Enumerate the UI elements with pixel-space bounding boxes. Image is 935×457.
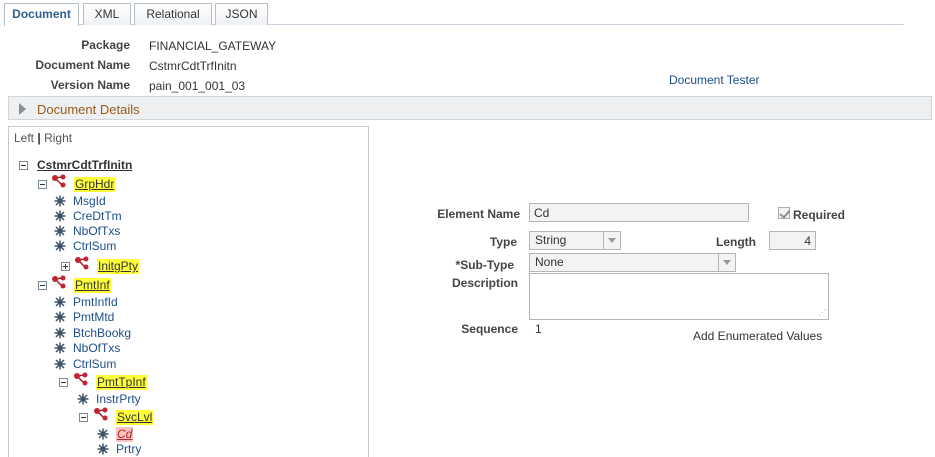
group-node-icon — [74, 256, 90, 274]
tab-relational[interactable]: Relational — [134, 3, 212, 25]
element-node-icon — [54, 225, 66, 241]
element-node-icon — [97, 428, 109, 444]
description-label: Description — [451, 276, 518, 290]
document-details-label: Document Details — [37, 102, 140, 117]
element-node-icon — [54, 311, 66, 327]
element-node-icon — [54, 342, 66, 358]
tree-node-label[interactable]: PmtTpInf — [96, 375, 147, 390]
collapse-toggle-icon[interactable] — [19, 161, 28, 170]
subtype-select-value: None — [535, 255, 564, 269]
tree-node-label[interactable]: SvcLvl — [116, 410, 154, 425]
type-label: Type — [489, 235, 517, 249]
collapse-toggle-icon[interactable] — [38, 281, 47, 290]
required-checkbox[interactable] — [778, 207, 790, 219]
tree-node-label-selected[interactable]: Cd — [116, 427, 134, 442]
tab-xml[interactable]: XML — [83, 3, 131, 25]
group-node-icon — [93, 407, 109, 425]
subtype-label: *Sub-Type — [455, 258, 514, 272]
chevron-down-icon[interactable] — [603, 232, 620, 249]
tab-xml-label: XML — [94, 7, 120, 21]
group-node-icon — [73, 372, 89, 390]
add-enumerated-values-link[interactable]: Add Enumerated Values — [693, 329, 822, 343]
element-node-icon — [54, 210, 66, 226]
element-node-icon — [54, 195, 66, 211]
sequence-label: Sequence — [461, 322, 518, 336]
type-select-value: String — [535, 233, 567, 247]
document-details-section[interactable]: Document Details — [8, 96, 932, 120]
tree-node-label[interactable]: NbOfTxs — [73, 224, 120, 239]
resize-grip-icon[interactable]: ⋰ — [818, 309, 826, 317]
element-node-icon — [77, 393, 89, 409]
sequence-value: 1 — [535, 322, 542, 336]
version-name-value: pain_001_001_03 — [149, 79, 246, 93]
tab-relational-label: Relational — [146, 7, 200, 21]
document-name-label: Document Name — [35, 58, 130, 72]
collapse-toggle-icon[interactable] — [38, 180, 47, 189]
tree-node-label[interactable]: PmtInf — [74, 278, 111, 293]
package-value: FINANCIAL_GATEWAY — [149, 39, 277, 53]
version-name-label: Version Name — [50, 78, 130, 92]
tree-node-label[interactable]: PmtInfId — [73, 295, 118, 310]
subtype-select[interactable]: None — [529, 253, 736, 272]
tree-node-label[interactable]: NbOfTxs — [73, 341, 120, 356]
tree-node-label[interactable]: InitgPty — [97, 259, 140, 274]
tree-node-label[interactable]: BtchBookg — [73, 326, 131, 341]
package-label: Package — [81, 38, 130, 52]
tab-json[interactable]: JSON — [215, 3, 268, 25]
tree-node-label[interactable]: CreDtTm — [73, 209, 122, 224]
tab-document[interactable]: Document — [4, 3, 79, 26]
tree-node-label[interactable]: MsgId — [73, 194, 106, 209]
tab-strip: Document XML Relational JSON — [4, 3, 904, 26]
element-node-icon — [54, 358, 66, 374]
document-tree-panel: Left | Right CstmrCdtTrfInitn GrpHdr MsgId… — [8, 126, 369, 457]
document-name-value: CstmrCdtTrfInitn — [149, 59, 237, 73]
element-node-icon — [54, 296, 66, 312]
description-textarea[interactable]: ⋰ — [529, 273, 829, 320]
element-node-icon — [54, 240, 66, 256]
element-name-input[interactable] — [529, 203, 749, 222]
length-input[interactable] — [769, 231, 816, 250]
document-tester-link[interactable]: Document Tester — [669, 73, 760, 87]
expand-triangle-icon[interactable] — [19, 103, 26, 115]
left-right-separator: | — [37, 131, 41, 145]
expand-toggle-icon[interactable] — [61, 262, 70, 271]
chevron-down-icon[interactable] — [718, 254, 735, 271]
left-right-switch: Left | Right — [14, 131, 72, 145]
type-select[interactable]: String — [529, 231, 621, 250]
collapse-toggle-icon[interactable] — [59, 378, 68, 387]
tree-node-label[interactable]: CstmrCdtTrfInitn — [37, 158, 132, 173]
length-label: Length — [716, 235, 756, 249]
element-name-label: Element Name — [437, 207, 520, 221]
tree-node-label[interactable]: GrpHdr — [74, 177, 116, 192]
tree-node-label[interactable]: PmtMtd — [73, 310, 114, 325]
element-node-icon — [54, 327, 66, 343]
tree-node-label[interactable]: InstrPrty — [96, 392, 141, 407]
tree-node-label[interactable]: CtrlSum — [73, 357, 116, 372]
tab-document-label: Document — [12, 7, 71, 21]
tree-node-label[interactable]: CtrlSum — [73, 239, 116, 254]
required-label: Required — [793, 208, 846, 222]
tree-node-label[interactable]: Prtry — [116, 442, 141, 457]
group-node-icon — [51, 275, 67, 293]
left-link[interactable]: Left — [14, 131, 34, 145]
collapse-toggle-icon[interactable] — [79, 413, 88, 422]
right-link[interactable]: Right — [44, 131, 72, 145]
tab-json-label: JSON — [225, 7, 258, 21]
element-node-icon — [97, 443, 109, 457]
group-node-icon — [51, 174, 67, 192]
